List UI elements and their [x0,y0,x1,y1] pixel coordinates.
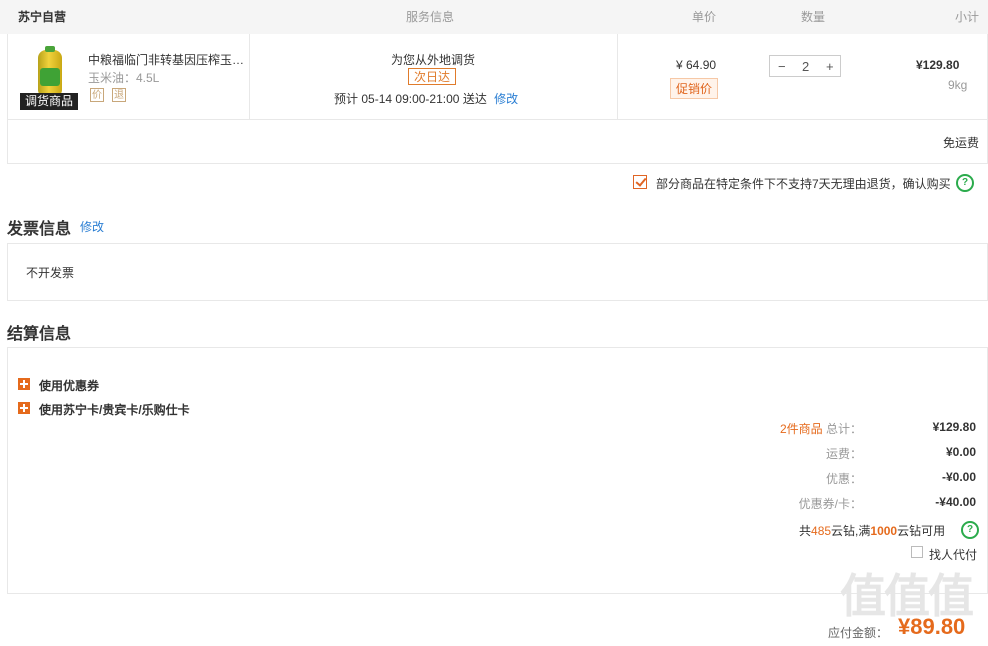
product-thumbnail[interactable]: 调货商品 [20,46,78,110]
use-coupon-option[interactable]: 使用优惠券 [39,377,99,394]
invoice-box: 不开发票 [7,243,988,301]
transfer-notice: 为您从外地调货 [391,53,476,67]
edit-invoice-link[interactable]: 修改 [80,218,104,235]
service-column-header: 服务信息 [406,10,455,24]
help-icon[interactable]: ? [956,174,974,192]
quantity-input[interactable]: 2 [802,59,809,74]
diamond-help-icon[interactable]: ? [961,521,979,539]
promo-price-badge: 促销价 [670,78,719,99]
settlement-section-title: 结算信息 [7,326,72,343]
return-policy-agreement: 部分商品在特定条件下不支持7天无理由退货，确认购买 [656,177,951,191]
use-card-option[interactable]: 使用苏宁卡/贵宾卡/乐购仕卡 [39,401,190,418]
total-label: 2件商品 总计： [779,422,862,436]
cart-table-header: 苏宁自营 服务信息 单价 数量 小计 [0,0,988,34]
invoice-value: 不开发票 [26,266,75,280]
store-name: 苏宁自营 [18,10,67,24]
total-value: ¥129.80 [932,420,976,434]
proxy-pay-checkbox[interactable] [911,546,923,558]
cloud-diamond-info: 共485云钻,满1000云钻可用 [799,524,946,538]
column-divider [617,34,618,120]
quantity-stepper: − 2 + [769,55,841,77]
freight-label: 运费： [825,447,862,461]
eta-date: 05-14 [361,92,393,106]
subtotal-column-header: 小计 [955,10,980,24]
voucher-label: 优惠券/卡： [798,497,862,511]
product-title-link[interactable]: 中粮福临门非转基因压榨玉米油 [88,51,248,68]
voucher-value: -¥40.00 [935,495,976,509]
bottle-cap-image [45,46,55,52]
decrease-quantity-button[interactable]: − [778,59,786,74]
eta-prefix: 预计 [334,92,359,106]
expand-coupon-icon[interactable] [18,378,30,390]
unit-price-column-header: 单价 [692,10,717,24]
eta-time: 09:00-21:00 [395,92,460,106]
invoice-section-title: 发票信息 [7,221,72,238]
cart-item-row: 调货商品 中粮福临门非转基因压榨玉米油 玉米油：4.5L 价 退 为您从外地调货… [7,34,988,120]
bottle-label-image [40,68,60,86]
item-count: 2件商品 [779,422,823,436]
price-guarantee-icon[interactable]: 价 [90,88,104,102]
payable-amount: ¥89.80 [898,614,966,639]
delivery-estimate: 预计 05-14 09:00-21:00 送达 修改 [334,90,518,107]
next-day-delivery-badge: 次日达 [408,68,457,85]
quantity-column-header: 数量 [801,10,826,24]
diamond-count: 485 [811,524,832,538]
transfer-goods-tag: 调货商品 [20,93,78,110]
unit-price: ¥ 64.90 [676,58,717,72]
freight-value: ¥0.00 [945,445,976,459]
shipping-row: 免运费 [7,120,988,164]
expand-card-icon[interactable] [18,402,30,414]
item-weight: 9kg [948,78,968,92]
agree-checkbox[interactable] [633,175,647,189]
free-shipping-text: 免运费 [942,136,979,150]
eta-suffix: 送达 [462,92,487,106]
diamond-threshold: 1000 [870,524,898,538]
discount-value: -¥0.00 [941,470,976,484]
discount-label: 优惠： [825,472,862,486]
item-subtotal: ¥129.80 [916,58,960,72]
increase-quantity-button[interactable]: + [826,59,834,74]
edit-delivery-link[interactable]: 修改 [494,92,518,106]
column-divider [249,34,250,120]
product-spec: 玉米油：4.5L [88,71,160,85]
return-policy-icon[interactable]: 退 [112,88,126,102]
payable-label: 应付金额： [828,626,889,640]
